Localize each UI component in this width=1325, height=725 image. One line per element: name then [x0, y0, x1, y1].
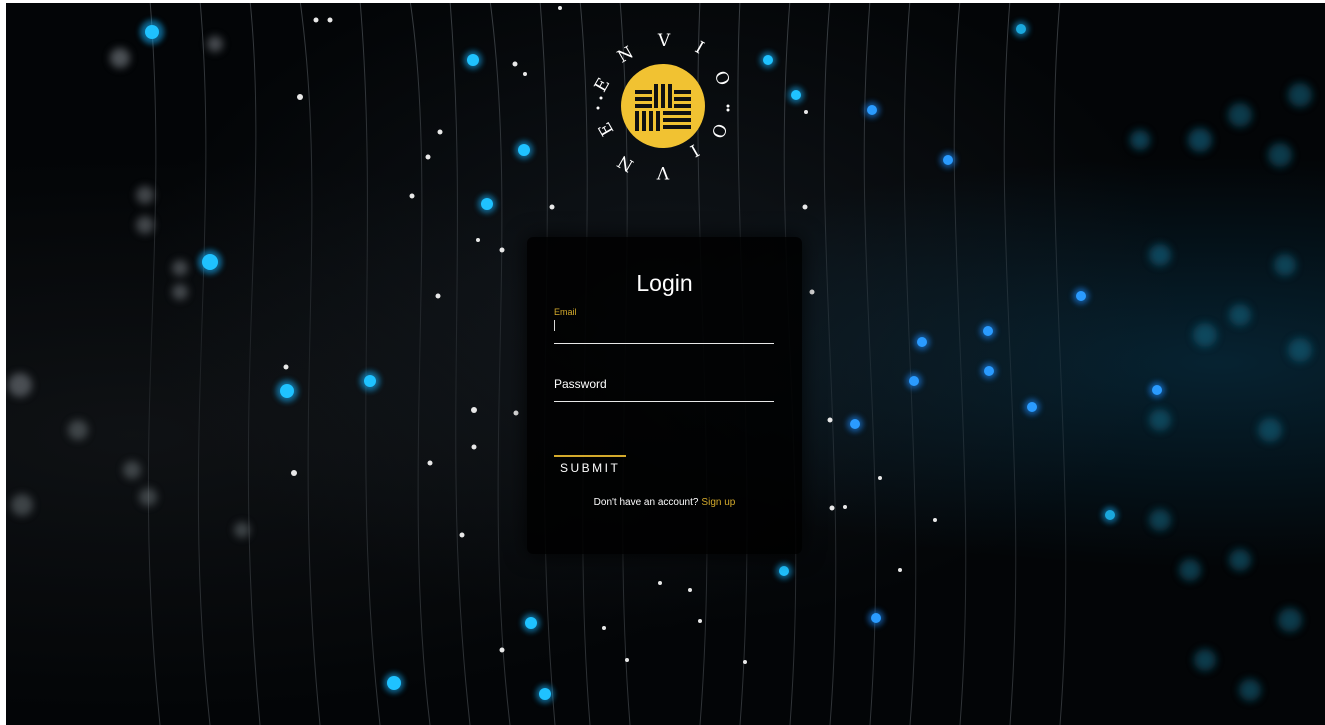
- login-card: Login Email Password SUBMIT Don't have a…: [527, 237, 802, 554]
- window-edge-left: [0, 0, 6, 725]
- window-edge-top: [0, 0, 1325, 3]
- login-title: Login: [636, 270, 693, 296]
- email-field[interactable]: Email: [554, 307, 774, 344]
- email-input[interactable]: [554, 319, 774, 341]
- envio-emblem-icon: [621, 64, 705, 148]
- emblem-pattern: [635, 84, 691, 131]
- signup-prompt-row: Don't have an account? Sign up: [527, 496, 802, 510]
- submit-button[interactable]: SUBMIT: [554, 455, 627, 476]
- password-underline: [554, 401, 774, 402]
- password-label: Password: [554, 377, 607, 391]
- signup-link[interactable]: Sign up: [701, 497, 735, 508]
- login-screen: E N V I O O I V N E Login Email Password…: [0, 0, 1325, 725]
- signup-prompt-text: Don't have an account?: [593, 497, 699, 508]
- email-label: Email: [554, 307, 577, 317]
- password-field[interactable]: Password: [554, 375, 774, 402]
- envio-logo: E N V I O O I V N E: [590, 28, 736, 188]
- email-underline: [554, 343, 774, 344]
